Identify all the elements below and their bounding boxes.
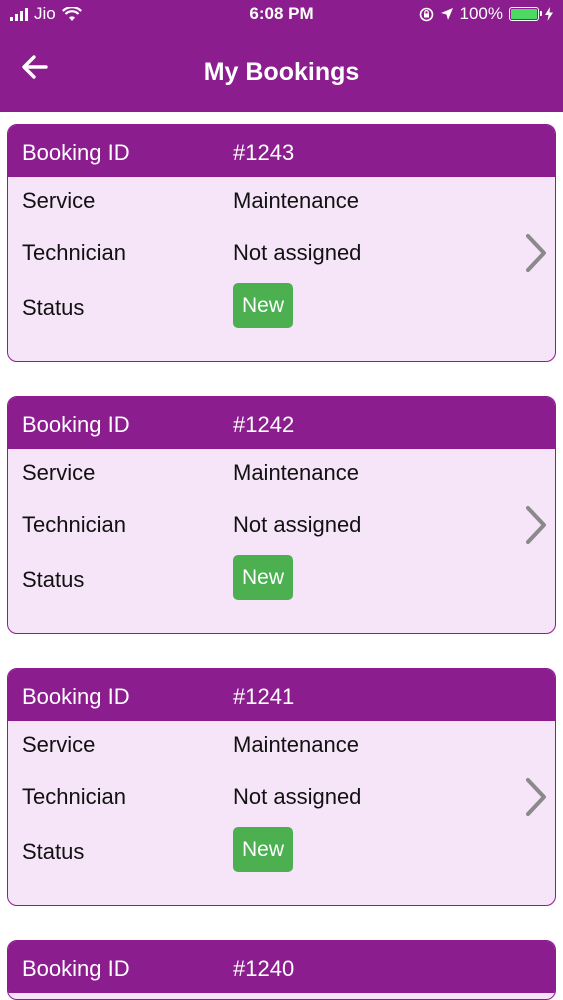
status-badge: New: [233, 555, 293, 600]
booking-card[interactable]: Booking ID #1240: [7, 940, 556, 1000]
page-title: My Bookings: [203, 58, 360, 86]
technician-value: Not assigned: [233, 512, 362, 537]
service-label: Service: [22, 188, 96, 213]
battery-percent: 100%: [459, 4, 503, 23]
charging-icon: [545, 7, 553, 21]
booking-id-label: Booking ID: [22, 684, 130, 709]
battery-icon: [509, 7, 542, 21]
chevron-right-icon[interactable]: [521, 231, 551, 275]
booking-card[interactable]: Booking ID #1241 Service Maintenance Tec…: [7, 668, 556, 906]
technician-value: Not assigned: [233, 784, 362, 809]
booking-id-value: #1242: [233, 412, 295, 437]
service-label: Service: [22, 732, 96, 757]
orientation-lock-icon: [419, 7, 433, 21]
booking-id-label: Booking ID: [22, 412, 130, 437]
service-value: Maintenance: [233, 732, 359, 757]
status-label: Status: [22, 567, 85, 592]
booking-card[interactable]: Booking ID #1243 Service Maintenance Tec…: [7, 124, 556, 362]
location-arrow-icon: [440, 8, 453, 20]
booking-card-header: Booking ID #1240: [8, 941, 555, 993]
chevron-right-icon[interactable]: [521, 775, 551, 819]
booking-card-header: Booking ID #1242: [8, 397, 555, 449]
status-badge: New: [233, 827, 293, 872]
status-bar: Jio 6:08 PM 100%: [0, 0, 563, 28]
technician-label: Technician: [22, 784, 126, 809]
booking-card-header: Booking ID #1241: [8, 669, 555, 721]
technician-label: Technician: [22, 240, 126, 265]
booking-id-value: #1241: [233, 684, 295, 709]
booking-id-label: Booking ID: [22, 140, 130, 165]
service-value: Maintenance: [233, 188, 359, 213]
technician-value: Not assigned: [233, 240, 362, 265]
booking-id-value: #1240: [233, 956, 295, 981]
booking-card[interactable]: Booking ID #1242 Service Maintenance Tec…: [7, 396, 556, 634]
status-badge: New: [233, 283, 293, 328]
status-label: Status: [22, 295, 85, 320]
service-label: Service: [22, 460, 96, 485]
chevron-right-icon[interactable]: [521, 503, 551, 547]
booking-card-header: Booking ID #1243: [8, 125, 555, 177]
booking-id-label: Booking ID: [22, 956, 130, 981]
booking-id-value: #1243: [233, 140, 295, 165]
status-label: Status: [22, 839, 85, 864]
status-right: 100%: [419, 4, 553, 24]
nav-bar: My Bookings: [0, 28, 563, 112]
service-value: Maintenance: [233, 460, 359, 485]
technician-label: Technician: [22, 512, 126, 537]
